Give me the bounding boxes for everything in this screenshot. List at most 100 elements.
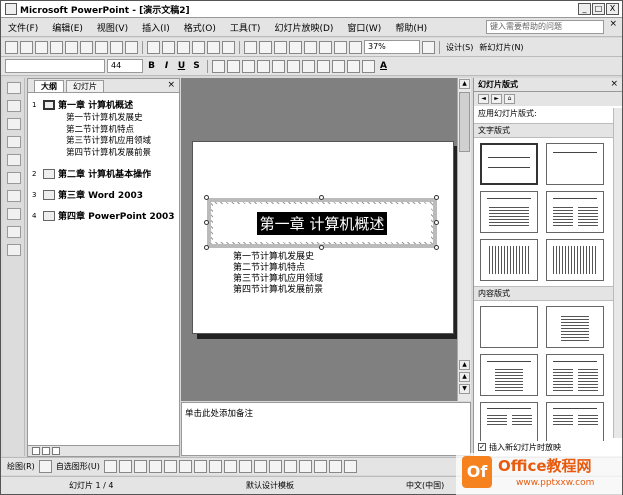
- insert-checkbox[interactable]: ✓: [478, 443, 486, 451]
- layout-title-only[interactable]: [546, 143, 604, 185]
- print-preview-icon[interactable]: [95, 40, 108, 54]
- arrow-icon[interactable]: [118, 460, 132, 473]
- slide-canvas[interactable]: 第一章 计算机概述 第一节计算机发展史 第二节计算机特点 第三节计算机应用领域 …: [192, 141, 454, 334]
- close-window-button[interactable]: X: [606, 3, 619, 15]
- resize-handle[interactable]: [319, 245, 324, 250]
- rectangle-icon[interactable]: [133, 460, 147, 473]
- layout-blank[interactable]: [480, 306, 538, 348]
- draw-menu-button[interactable]: 绘图(R): [5, 461, 37, 472]
- collapse-all-icon[interactable]: [6, 190, 21, 202]
- open-icon[interactable]: [20, 40, 33, 54]
- new-slide-button[interactable]: 新幻灯片(N): [477, 42, 525, 53]
- tables-borders-icon[interactable]: [274, 40, 287, 54]
- promote-icon[interactable]: [6, 82, 21, 94]
- resize-handle[interactable]: [319, 195, 324, 200]
- clipart-icon[interactable]: [223, 460, 237, 473]
- menu-help[interactable]: 帮助(H): [388, 21, 434, 34]
- layout-two-column[interactable]: [546, 191, 604, 233]
- home-icon[interactable]: ⌂: [504, 94, 515, 104]
- expand-all-icon[interactable]: [304, 40, 317, 54]
- email-icon[interactable]: [65, 40, 78, 54]
- font-name-select[interactable]: [5, 59, 105, 73]
- outline-bullet[interactable]: 第三节计算机应用领域: [28, 136, 179, 148]
- menu-file[interactable]: 文件(F): [1, 21, 45, 34]
- scroll-up-icon[interactable]: ▲: [459, 360, 470, 370]
- close-taskpane-icon[interactable]: ×: [610, 79, 618, 89]
- expand-all-icon[interactable]: [6, 208, 21, 220]
- layout-title-two-content[interactable]: [546, 354, 604, 396]
- layout-content[interactable]: [546, 306, 604, 348]
- new-icon[interactable]: [5, 40, 18, 54]
- line-icon[interactable]: [103, 460, 117, 473]
- underline-button[interactable]: U: [175, 61, 188, 71]
- paste-icon[interactable]: [177, 40, 190, 54]
- font-color-button[interactable]: A: [377, 61, 390, 71]
- layout-vertical-text[interactable]: [480, 239, 538, 281]
- line-color-icon[interactable]: [268, 460, 282, 473]
- vertical-textbox-icon[interactable]: [178, 460, 192, 473]
- vertical-scrollbar[interactable]: ▲ ▲ ▲ ▼: [457, 78, 471, 401]
- copy-icon[interactable]: [162, 40, 175, 54]
- forward-icon[interactable]: ►: [491, 94, 502, 104]
- task-pane-scrollbar[interactable]: [613, 108, 622, 438]
- layout-four-content[interactable]: [480, 402, 538, 444]
- outline-slide-title[interactable]: 第四章 PowerPoint 2003: [58, 209, 175, 222]
- layout-vertical-title[interactable]: [546, 239, 604, 281]
- insert-checkbox-label[interactable]: 插入新幻灯片时放映: [489, 442, 561, 453]
- layout-title-slide[interactable]: [480, 143, 538, 185]
- oval-icon[interactable]: [148, 460, 162, 473]
- numbering-icon[interactable]: [287, 59, 300, 73]
- outline-slide[interactable]: 3 第三章 Word 2003: [28, 188, 179, 201]
- outline-bullet[interactable]: 第四节计算机发展前景: [28, 148, 179, 160]
- body-placeholder[interactable]: 第一节计算机发展史 第二节计算机特点 第三节计算机应用领域 第四节计算机发展前景: [233, 252, 323, 296]
- autoshapes-button[interactable]: 自选图形(U): [54, 461, 102, 472]
- show-formatting-icon[interactable]: [6, 244, 21, 256]
- outline-bullet[interactable]: 第二节计算机特点: [28, 125, 179, 137]
- insert-chart-icon[interactable]: [244, 40, 257, 54]
- align-right-icon[interactable]: [242, 59, 255, 73]
- menu-edit[interactable]: 编辑(E): [45, 21, 90, 34]
- shadow-style-icon[interactable]: [343, 460, 357, 473]
- resize-handle[interactable]: [434, 220, 439, 225]
- previous-slide-icon[interactable]: ▲: [459, 372, 470, 382]
- menu-window[interactable]: 窗口(W): [340, 21, 388, 34]
- outline-slide[interactable]: 1 第一章 计算机概述 第一节计算机发展史 第二节计算机特点 第三节计算机应用领…: [28, 98, 179, 159]
- help-search-input[interactable]: 键入需要帮助的问题: [486, 20, 604, 34]
- arrow-style-icon[interactable]: [328, 460, 342, 473]
- menu-tools[interactable]: 工具(T): [223, 21, 268, 34]
- expand-icon[interactable]: [6, 172, 21, 184]
- close-pane-icon[interactable]: ×: [167, 80, 175, 90]
- next-slide-icon[interactable]: ▼: [459, 384, 470, 394]
- outline-slide[interactable]: 4 第四章 PowerPoint 2003: [28, 209, 179, 222]
- resize-handle[interactable]: [434, 245, 439, 250]
- summary-slide-icon[interactable]: [6, 226, 21, 238]
- research-icon[interactable]: [125, 40, 138, 54]
- format-painter-icon[interactable]: [192, 40, 205, 54]
- tab-slides[interactable]: 幻灯片: [66, 80, 104, 92]
- notes-pane[interactable]: 单击此处添加备注: [181, 402, 471, 456]
- show-formatting-icon[interactable]: [319, 40, 332, 54]
- maximize-button[interactable]: □: [592, 3, 605, 15]
- outline-slide-title[interactable]: 第一章 计算机概述: [58, 98, 133, 111]
- shadow-button[interactable]: S: [190, 61, 203, 71]
- permission-icon[interactable]: [50, 40, 63, 54]
- resize-handle[interactable]: [434, 195, 439, 200]
- spelling-icon[interactable]: [110, 40, 123, 54]
- resize-handle[interactable]: [204, 245, 209, 250]
- print-icon[interactable]: [80, 40, 93, 54]
- select-objects-icon[interactable]: [38, 460, 52, 473]
- line-style-icon[interactable]: [298, 460, 312, 473]
- insert-table-icon[interactable]: [259, 40, 272, 54]
- font-color-icon[interactable]: [283, 460, 297, 473]
- menu-insert[interactable]: 插入(I): [135, 21, 177, 34]
- collapse-icon[interactable]: [6, 154, 21, 166]
- notes-placeholder[interactable]: 单击此处添加备注: [185, 409, 253, 419]
- picture-icon[interactable]: [238, 460, 252, 473]
- outline-slide[interactable]: 2 第二章 计算机基本操作: [28, 167, 179, 180]
- redo-icon[interactable]: [222, 40, 235, 54]
- slideshow-icon[interactable]: [52, 447, 60, 455]
- grid-icon[interactable]: [334, 40, 347, 54]
- insert-checkbox-row[interactable]: ✓ 插入新幻灯片时放映: [474, 441, 622, 453]
- fill-color-icon[interactable]: [253, 460, 267, 473]
- scroll-thumb[interactable]: [459, 92, 470, 152]
